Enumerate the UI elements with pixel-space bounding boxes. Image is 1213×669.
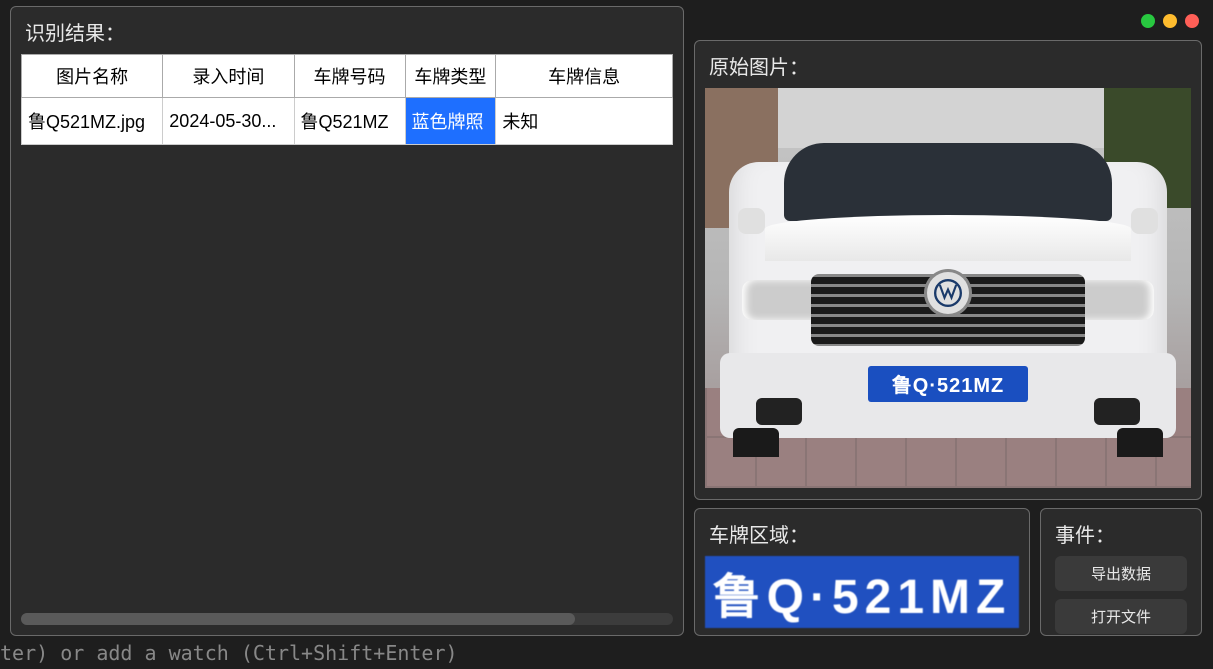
plate-title: 车牌区域： — [695, 509, 1029, 556]
col-image-name[interactable]: 图片名称 — [22, 55, 163, 98]
col-plate-info[interactable]: 车牌信息 — [496, 55, 673, 98]
vehicle-image: 鲁Q·521MZ — [705, 88, 1191, 488]
col-plate-number[interactable]: 车牌号码 — [294, 55, 405, 98]
cell-input-time[interactable]: 2024-05-30... — [163, 98, 294, 145]
scrollbar-thumb[interactable] — [21, 613, 575, 625]
traffic-light-red[interactable] — [1185, 14, 1199, 28]
results-title: 识别结果： — [11, 7, 683, 54]
results-panel: 识别结果： 图片名称 录入时间 车牌号码 车牌类型 车牌信息 鲁Q521MZ.j… — [10, 6, 684, 636]
cell-plate-type[interactable]: 蓝色牌照 — [405, 98, 496, 145]
window-controls — [1141, 14, 1199, 28]
traffic-light-green[interactable] — [1141, 14, 1155, 28]
cell-plate-info[interactable]: 未知 — [496, 98, 673, 145]
export-data-button[interactable]: 导出数据 — [1055, 556, 1187, 591]
plate-on-car: 鲁Q·521MZ — [868, 366, 1028, 402]
table-header-row: 图片名称 录入时间 车牌号码 车牌类型 车牌信息 — [22, 55, 673, 98]
plate-region-panel: 车牌区域： 鲁Q·521MZ — [694, 508, 1030, 636]
traffic-light-yellow[interactable] — [1163, 14, 1177, 28]
events-panel: 事件： 导出数据 打开文件 — [1040, 508, 1202, 636]
col-plate-type[interactable]: 车牌类型 — [405, 55, 496, 98]
results-table-wrap[interactable]: 图片名称 录入时间 车牌号码 车牌类型 车牌信息 鲁Q521MZ.jpg 202… — [21, 54, 673, 625]
image-title: 原始图片： — [695, 41, 1201, 88]
vw-logo-icon — [927, 272, 969, 314]
cell-plate-number[interactable]: 鲁Q521MZ — [294, 98, 405, 145]
open-file-button[interactable]: 打开文件 — [1055, 599, 1187, 634]
plate-crop-image: 鲁Q·521MZ — [705, 556, 1019, 628]
horizontal-scrollbar[interactable] — [21, 613, 673, 625]
cell-image-name[interactable]: 鲁Q521MZ.jpg — [22, 98, 163, 145]
original-image-panel: 原始图片： 鲁Q·521MZ — [694, 40, 1202, 500]
statusbar-hint: ter) or add a watch (Ctrl+Shift+Enter) — [0, 641, 458, 665]
results-table: 图片名称 录入时间 车牌号码 车牌类型 车牌信息 鲁Q521MZ.jpg 202… — [21, 54, 673, 145]
car-illustration: 鲁Q·521MZ — [720, 136, 1177, 464]
events-title: 事件： — [1041, 509, 1201, 556]
table-row[interactable]: 鲁Q521MZ.jpg 2024-05-30... 鲁Q521MZ 蓝色牌照 未… — [22, 98, 673, 145]
col-input-time[interactable]: 录入时间 — [163, 55, 294, 98]
